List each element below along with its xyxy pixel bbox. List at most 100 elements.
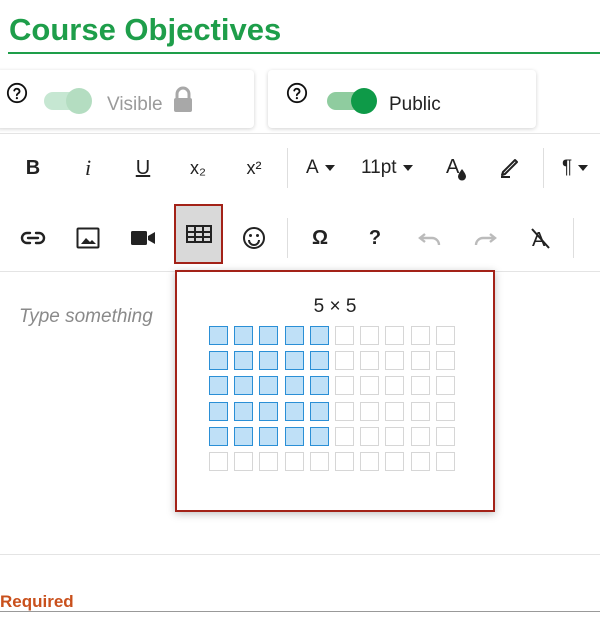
table-grid-cell[interactable] — [284, 401, 304, 421]
editor-placeholder[interactable]: Type something — [19, 306, 153, 328]
public-toggle[interactable] — [327, 88, 377, 114]
table-grid-cell[interactable] — [335, 401, 354, 421]
table-size-picker: 5 × 5 — [175, 270, 495, 512]
table-grid-cell[interactable] — [410, 401, 430, 421]
paragraph-dropdown[interactable]: ¶ — [562, 148, 589, 188]
page-title: Course Objectives — [9, 12, 282, 47]
underline-button[interactable]: U — [123, 148, 163, 188]
table-grid-cell[interactable] — [335, 426, 354, 446]
table-grid-cell[interactable] — [309, 452, 329, 471]
special-character-button[interactable]: Ω — [300, 218, 340, 258]
table-grid-cell[interactable] — [234, 426, 254, 446]
table-grid-cell[interactable] — [360, 376, 380, 396]
italic-button[interactable]: i — [68, 148, 108, 188]
table-grid-cell[interactable] — [385, 351, 405, 371]
help-circle-icon[interactable] — [286, 82, 308, 104]
table-grid-cell[interactable] — [209, 326, 228, 345]
table-grid-cell[interactable] — [360, 452, 380, 471]
table-grid-cell[interactable] — [410, 376, 430, 396]
table-grid-cell[interactable] — [435, 376, 455, 396]
table-grid-cell[interactable] — [209, 401, 228, 421]
video-button[interactable] — [123, 218, 163, 258]
table-grid-cell[interactable] — [284, 452, 304, 471]
table-grid-cell[interactable] — [435, 351, 455, 371]
table-grid-cell[interactable] — [259, 452, 279, 471]
table-grid-cell[interactable] — [385, 426, 405, 446]
public-card: Public — [268, 70, 536, 128]
font-size-dropdown[interactable]: 11pt — [361, 148, 413, 188]
table-grid-cell[interactable] — [234, 351, 254, 371]
table-grid-cell[interactable] — [209, 426, 228, 446]
table-grid-cell[interactable] — [410, 351, 430, 371]
clear-formatting-button[interactable]: A — [520, 218, 560, 258]
image-button[interactable] — [68, 218, 108, 258]
table-grid-cell[interactable] — [335, 326, 354, 345]
caret-down-icon — [578, 165, 589, 171]
help-circle-icon[interactable] — [6, 82, 28, 104]
bold-button[interactable]: B — [13, 148, 53, 188]
table-grid-cell[interactable] — [284, 426, 304, 446]
table-button[interactable] — [174, 204, 223, 264]
table-grid-cell[interactable] — [234, 401, 254, 421]
table-grid-cell[interactable] — [259, 401, 279, 421]
table-grid-cell[interactable] — [435, 452, 455, 471]
toggle-knob — [66, 88, 92, 114]
table-grid-cell[interactable] — [209, 376, 228, 396]
table-grid-cell[interactable] — [385, 326, 405, 345]
table-grid-cell[interactable] — [309, 326, 329, 345]
table-grid-cell[interactable] — [234, 326, 254, 345]
text-color-icon: A — [446, 156, 466, 181]
table-grid-cell[interactable] — [209, 351, 228, 371]
table-grid-cell[interactable] — [360, 326, 380, 345]
table-grid-cell[interactable] — [385, 452, 405, 471]
table-grid-cell[interactable] — [259, 351, 279, 371]
table-grid-cell[interactable] — [335, 351, 354, 371]
emoji-button[interactable] — [234, 218, 274, 258]
clear-format-icon: A — [531, 228, 550, 250]
table-grid-cell[interactable] — [385, 376, 405, 396]
table-grid-cell[interactable] — [234, 452, 254, 471]
table-grid-cell[interactable] — [309, 426, 329, 446]
public-label: Public — [389, 94, 441, 115]
table-grid-cell[interactable] — [309, 351, 329, 371]
required-label: Required — [0, 592, 74, 611]
table-grid-cell[interactable] — [234, 376, 254, 396]
table-grid-cell[interactable] — [410, 426, 430, 446]
required-underline — [0, 611, 600, 612]
caret-down-icon — [324, 165, 335, 171]
link-button[interactable] — [13, 218, 53, 258]
undo-button[interactable] — [410, 218, 450, 258]
font-color-label: A — [306, 157, 319, 178]
table-grid-cell[interactable] — [435, 326, 455, 345]
table-grid-cell[interactable] — [284, 351, 304, 371]
table-grid-cell[interactable] — [435, 426, 455, 446]
table-size-label: 5 × 5 — [313, 296, 357, 317]
table-grid-cell[interactable] — [360, 426, 380, 446]
text-color-button[interactable]: A — [436, 148, 476, 188]
table-grid-cell[interactable] — [259, 426, 279, 446]
superscript-button[interactable]: x² — [234, 148, 274, 188]
table-grid-cell[interactable] — [259, 376, 279, 396]
table-grid-cell[interactable] — [284, 376, 304, 396]
table-grid-cell[interactable] — [209, 452, 228, 471]
table-grid-cell[interactable] — [335, 376, 354, 396]
visible-toggle[interactable] — [44, 88, 92, 114]
subscript-button[interactable]: x₂ — [178, 148, 218, 188]
toolbar-separator — [287, 148, 288, 188]
table-grid-cell[interactable] — [410, 326, 430, 345]
font-color-dropdown[interactable]: A — [306, 148, 335, 188]
video-camera-icon — [131, 231, 155, 245]
redo-button[interactable] — [465, 218, 505, 258]
table-grid-cell[interactable] — [309, 376, 329, 396]
help-button[interactable]: ? — [355, 218, 395, 258]
table-grid-cell[interactable] — [410, 452, 430, 471]
table-grid-cell[interactable] — [360, 401, 380, 421]
table-grid-cell[interactable] — [259, 326, 279, 345]
table-grid-cell[interactable] — [309, 401, 329, 421]
table-grid-cell[interactable] — [284, 326, 304, 345]
table-grid-cell[interactable] — [360, 351, 380, 371]
table-grid-cell[interactable] — [335, 452, 354, 471]
highlight-button[interactable] — [490, 148, 530, 188]
table-grid-cell[interactable] — [385, 401, 405, 421]
table-grid-cell[interactable] — [435, 401, 455, 421]
